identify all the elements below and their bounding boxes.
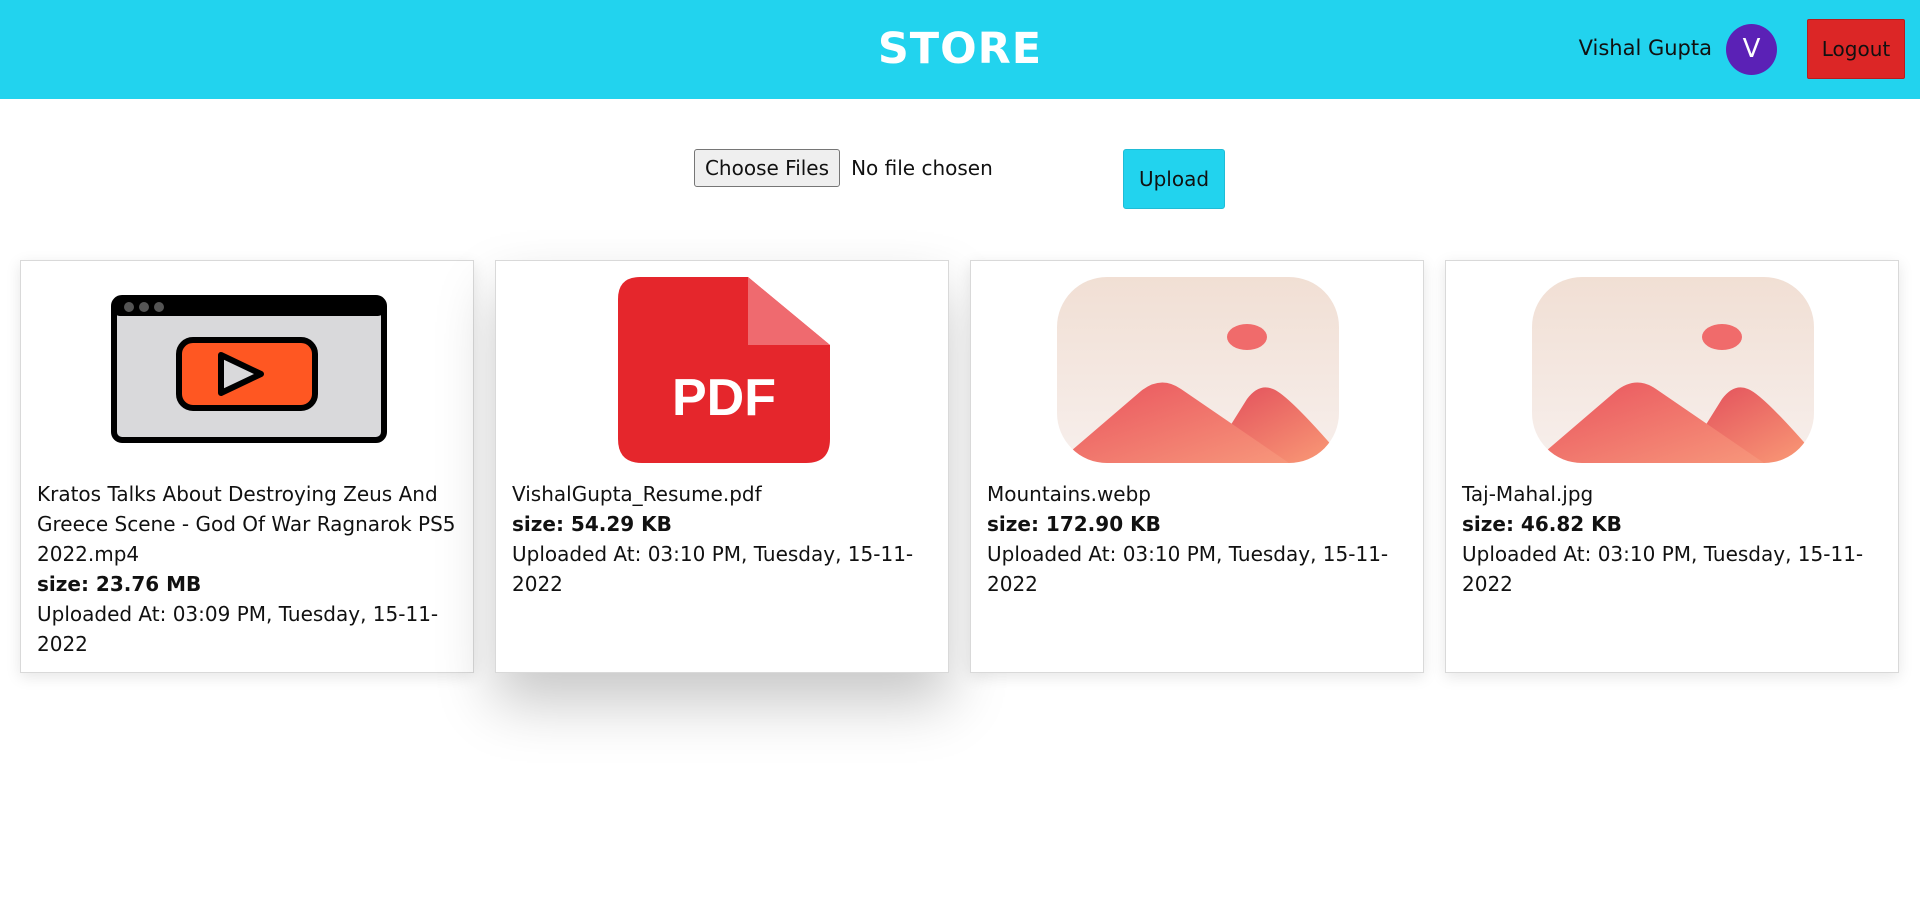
file-name: VishalGupta_Resume.pdf	[512, 482, 762, 506]
user-name: Vishal Gupta	[1578, 36, 1712, 60]
file-name: Kratos Talks About Destroying Zeus And G…	[37, 482, 456, 566]
image-icon	[1446, 277, 1898, 467]
file-size: size: 172.90 KB	[987, 512, 1161, 536]
file-card[interactable]: Taj-Mahal.jpg size: 46.82 KB Uploaded At…	[1445, 260, 1899, 673]
file-size: size: 46.82 KB	[1462, 512, 1622, 536]
file-uploaded-at: Uploaded At: 03:10 PM, Tuesday, 15-11-20…	[1462, 542, 1864, 596]
app-header: STORE Vishal Gupta V Logout	[0, 0, 1920, 99]
avatar[interactable]: V	[1726, 24, 1777, 75]
file-size: size: 23.76 MB	[37, 572, 202, 596]
video-icon	[21, 277, 473, 467]
file-input[interactable]: Choose Files No file chosen	[694, 149, 993, 187]
file-card[interactable]: PDF VishalGupta_Resume.pdf size: 54.29 K…	[495, 260, 949, 673]
logout-button[interactable]: Logout	[1807, 19, 1905, 79]
image-icon	[971, 277, 1423, 467]
file-card[interactable]: Kratos Talks About Destroying Zeus And G…	[20, 260, 474, 673]
file-status-text: No file chosen	[851, 156, 993, 180]
upload-button[interactable]: Upload	[1123, 149, 1225, 209]
choose-files-button[interactable]: Choose Files	[694, 149, 840, 187]
file-card[interactable]: Mountains.webp size: 172.90 KB Uploaded …	[970, 260, 1424, 673]
file-uploaded-at: Uploaded At: 03:10 PM, Tuesday, 15-11-20…	[512, 542, 914, 596]
pdf-icon-label: PDF	[672, 369, 776, 427]
file-uploaded-at: Uploaded At: 03:10 PM, Tuesday, 15-11-20…	[987, 542, 1389, 596]
file-name: Mountains.webp	[987, 482, 1152, 506]
file-uploaded-at: Uploaded At: 03:09 PM, Tuesday, 15-11-20…	[37, 602, 439, 656]
file-name: Taj-Mahal.jpg	[1462, 482, 1594, 506]
file-size: size: 54.29 KB	[512, 512, 672, 536]
pdf-icon: PDF	[496, 277, 948, 467]
